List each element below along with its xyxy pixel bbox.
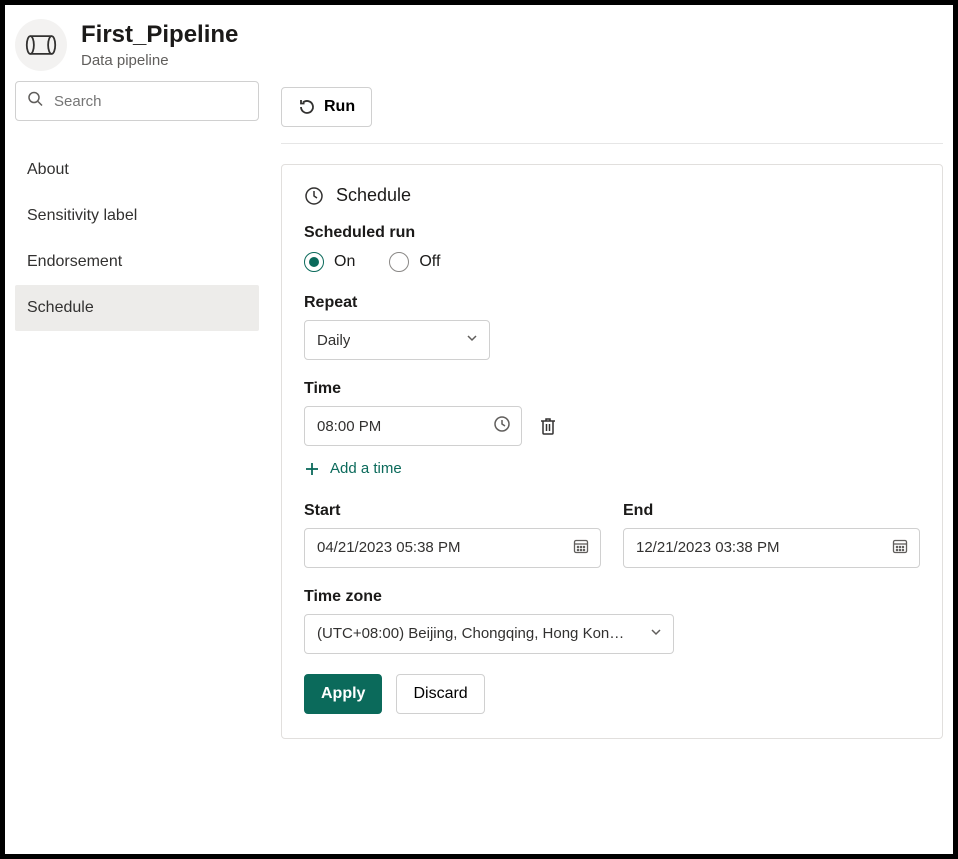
search-icon (27, 91, 43, 112)
nav-item-about[interactable]: About (15, 147, 259, 193)
add-time-link[interactable]: Add a time (304, 460, 402, 477)
calendar-icon (572, 537, 590, 559)
plus-icon (304, 461, 320, 477)
chevron-down-icon (465, 331, 479, 349)
schedule-card-title: Schedule (336, 185, 411, 206)
schedule-card: Schedule Scheduled run On Off Repeat (281, 164, 943, 739)
pipeline-icon-badge (15, 19, 67, 71)
nav-item-schedule[interactable]: Schedule (15, 285, 259, 331)
nav-item-endorsement[interactable]: Endorsement (15, 239, 259, 285)
clock-small-icon (493, 415, 511, 437)
end-label: End (623, 502, 920, 520)
time-label: Time (304, 380, 920, 398)
delete-time-button[interactable] (536, 414, 560, 438)
trash-icon (538, 416, 558, 436)
repeat-label: Repeat (304, 294, 920, 312)
timezone-label: Time zone (304, 588, 920, 606)
repeat-select[interactable]: Daily (304, 320, 490, 360)
apply-button[interactable]: Apply (304, 674, 382, 714)
radio-off[interactable]: Off (389, 252, 440, 272)
search-input[interactable] (15, 81, 259, 121)
time-input-0[interactable]: 08:00 PM (304, 406, 522, 446)
run-button[interactable]: Run (281, 87, 372, 127)
clock-icon (304, 186, 324, 206)
page-subtitle: Data pipeline (81, 52, 238, 71)
scheduled-run-label: Scheduled run (304, 224, 920, 242)
refresh-icon (298, 98, 316, 116)
start-datetime-input[interactable]: 04/21/2023 05:38 PM (304, 528, 601, 568)
start-label: Start (304, 502, 601, 520)
nav-item-sensitivity-label[interactable]: Sensitivity label (15, 193, 259, 239)
pipeline-icon (25, 32, 57, 58)
page-title: First_Pipeline (81, 20, 238, 50)
discard-button[interactable]: Discard (396, 674, 484, 714)
timezone-select[interactable]: (UTC+08:00) Beijing, Chongqing, Hong Kon… (304, 614, 674, 654)
chevron-down-icon (649, 625, 663, 643)
end-datetime-input[interactable]: 12/21/2023 03:38 PM (623, 528, 920, 568)
calendar-icon (891, 537, 909, 559)
radio-on[interactable]: On (304, 252, 355, 272)
